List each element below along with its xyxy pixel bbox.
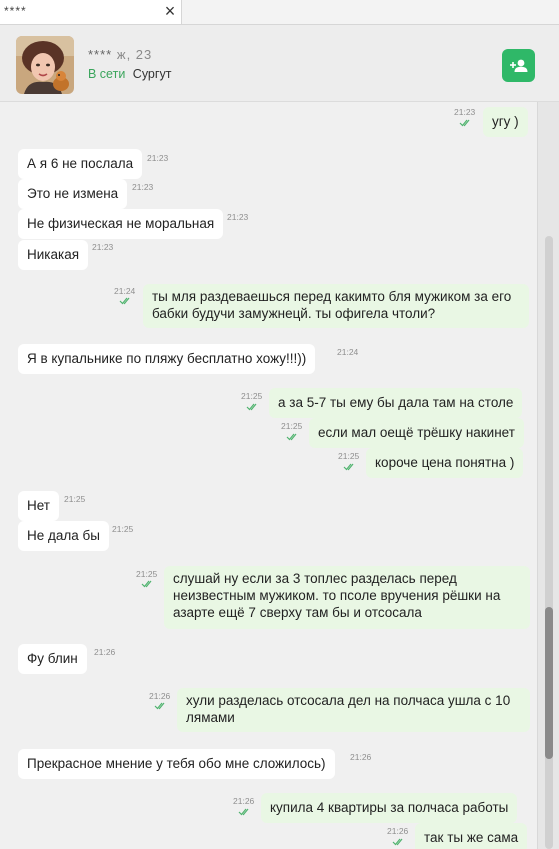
double-check-icon (343, 463, 354, 471)
tab-bar: **** × (0, 0, 559, 25)
message-bubble-outgoing: так ты же сама (415, 823, 528, 849)
message-bubble-incoming: Никакая (18, 240, 89, 270)
double-check-icon (141, 580, 152, 588)
message-time: 21:25 (338, 451, 360, 461)
message-time: 21:26 (233, 796, 255, 806)
contact-details: ж, 23 (116, 47, 153, 62)
message-time: 21:23 (454, 107, 476, 117)
add-contact-button[interactable] (502, 49, 535, 82)
double-check-icon (119, 297, 130, 305)
message-list[interactable]: 21:23 угу ) А я 6 не послала 21:23 Это н… (0, 102, 537, 849)
message-bubble-outgoing: слушай ну если за 3 топлес разделась пер… (164, 566, 530, 629)
message-bubble-outgoing: короче цена понятна ) (366, 448, 524, 478)
double-check-icon (286, 433, 297, 441)
add-person-icon (510, 59, 528, 72)
contact-status: В сети Сургут (88, 67, 171, 81)
contact-name-text: **** (88, 47, 113, 62)
message-bubble-incoming: А я 6 не послала (18, 149, 143, 179)
double-check-icon (246, 403, 257, 411)
avatar[interactable] (16, 36, 74, 94)
chat-scrollbar[interactable] (537, 102, 559, 849)
tab-title: **** (4, 4, 27, 18)
message-time: 21:25 (281, 421, 303, 431)
chat-header: **** ж, 23 В сети Сургут (0, 25, 559, 102)
message-time: 21:25 (136, 569, 158, 579)
message-bubble-outgoing: купила 4 квартиры за полчаса работы (261, 793, 518, 823)
close-icon[interactable]: × (160, 1, 180, 22)
double-check-icon (154, 702, 165, 710)
contact-name: **** ж, 23 (88, 47, 152, 62)
double-check-icon (392, 838, 403, 846)
message-time: 21:25 (112, 524, 134, 534)
message-bubble-incoming: Прекрасное мнение у тебя обо мне сложило… (18, 749, 335, 779)
message-time: 21:23 (147, 153, 169, 163)
message-bubble-incoming: Я в купальнике по пляжу бесплатно хожу!!… (18, 344, 316, 374)
chat-tab[interactable]: **** × (0, 0, 182, 24)
message-bubble-outgoing: ты мля раздеваешься перед какимто бля му… (143, 284, 529, 328)
message-time: 21:25 (64, 494, 86, 504)
message-time: 21:26 (350, 752, 372, 762)
message-bubble-incoming: Не физическая не моральная (18, 209, 224, 239)
message-time: 21:26 (387, 826, 409, 836)
online-status: В сети (88, 67, 126, 81)
message-time: 21:23 (227, 212, 249, 222)
message-bubble-incoming: Это не измена (18, 179, 128, 209)
message-time: 21:25 (241, 391, 263, 401)
message-time: 21:24 (337, 347, 359, 357)
message-bubble-outgoing: если мал оещё трёшку накинет (309, 418, 524, 448)
message-bubble-outgoing: хули разделась отсосала дел на полчаса у… (177, 688, 530, 732)
message-time: 21:24 (114, 286, 136, 296)
double-check-icon (238, 808, 249, 816)
message-bubble-incoming: Не дала бы (18, 521, 109, 551)
message-time: 21:23 (92, 242, 114, 252)
message-time: 21:26 (149, 691, 171, 701)
contact-city: Сургут (132, 67, 172, 81)
message-bubble-outgoing: угу ) (483, 107, 528, 137)
double-check-icon (459, 119, 470, 127)
message-bubble-incoming: Нет (18, 491, 59, 521)
message-bubble-incoming: Фу блин (18, 644, 87, 674)
message-bubble-outgoing: а за 5-7 ты ему бы дала там на столе (269, 388, 523, 418)
message-time: 21:23 (132, 182, 154, 192)
message-time: 21:26 (94, 647, 116, 657)
scrollbar-thumb[interactable] (545, 607, 553, 759)
